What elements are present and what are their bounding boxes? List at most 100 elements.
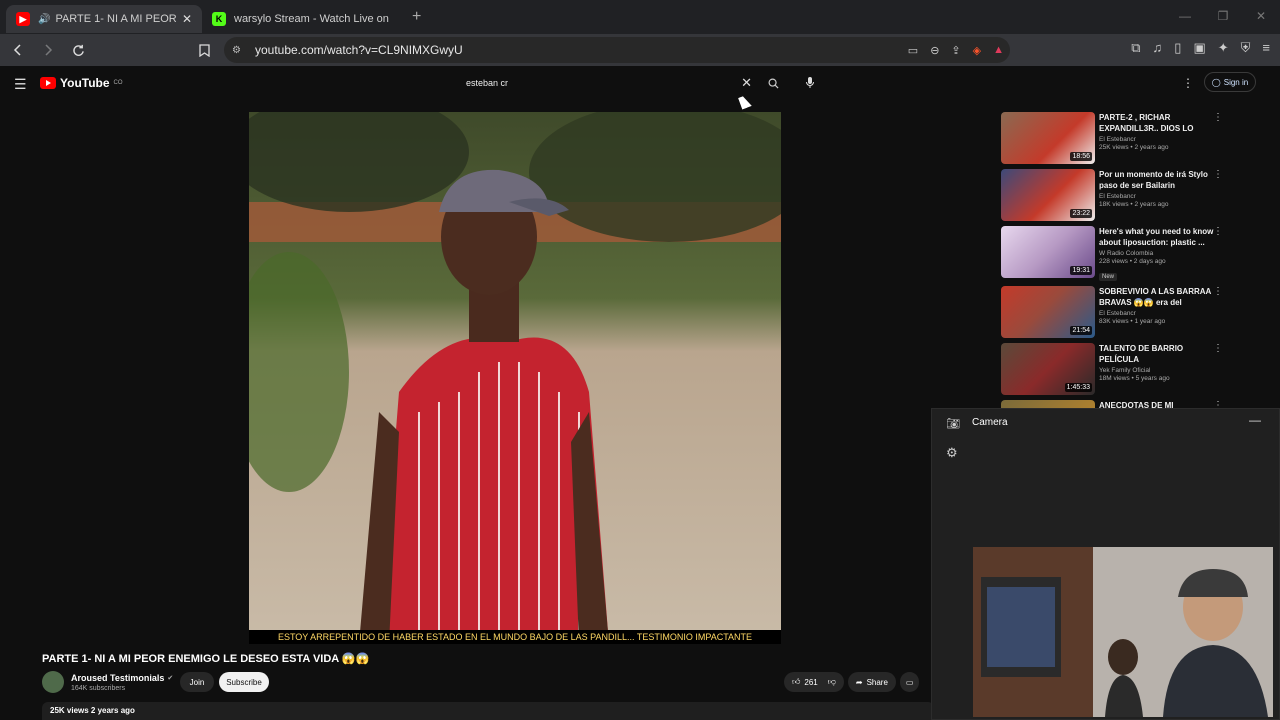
camera-icon: 📷︎ bbox=[946, 418, 960, 430]
channel-name[interactable]: Aroused Testimonials bbox=[71, 673, 164, 683]
camera-feed-image bbox=[973, 547, 1273, 717]
video-player[interactable] bbox=[249, 112, 781, 644]
new-tab-button[interactable]: + bbox=[412, 8, 421, 26]
reload-icon bbox=[72, 44, 84, 56]
back-button[interactable] bbox=[5, 37, 31, 63]
video-thumbnail[interactable]: 1:45:33 bbox=[1001, 343, 1095, 395]
dislike-icon[interactable]: 👎︎ bbox=[828, 677, 836, 687]
related-video-title: TALENTO DE BARRIO PELÍCULA PUERTORRIQUEÑ… bbox=[1099, 344, 1184, 364]
wallet-icon[interactable]: ▣ bbox=[1193, 40, 1205, 56]
video-title: PARTE 1- NI A MI PEOR ENEMIGO LE DESEO E… bbox=[42, 653, 370, 665]
new-badge: New bbox=[1099, 273, 1118, 281]
cast-icon[interactable]: ▭ bbox=[908, 44, 918, 57]
related-video-title: Por un momento de irá Stylo paso de ser … bbox=[1099, 170, 1208, 190]
leo-ai-icon[interactable]: ✦ bbox=[1218, 40, 1229, 56]
related-video-item[interactable]: 21:54 SOBREVIVIO A LAS BARRAA BRAVAS 😱😱 … bbox=[1001, 286, 1229, 338]
url-text: youtube.com/watch?v=CL9NIMXGwyU bbox=[254, 43, 463, 57]
screenshot-icon[interactable]: ⧉ bbox=[1131, 40, 1140, 56]
camera-settings-icon[interactable]: ⚙ bbox=[946, 445, 958, 461]
minimize-camera-icon[interactable]: — bbox=[1249, 413, 1261, 427]
video-thumbnail[interactable]: 23:22 bbox=[1001, 169, 1095, 221]
search-value: esteban cr bbox=[466, 78, 509, 88]
forward-button[interactable] bbox=[35, 37, 61, 63]
youtube-favicon-icon: ▶ bbox=[16, 12, 30, 26]
tab-title: PARTE 1- NI A MI PEOR ENEMIGO bbox=[55, 13, 176, 25]
youtube-header: ☰ YouTube CO esteban cr ✕ ⋮ ◯ Sign in bbox=[0, 66, 1280, 100]
related-video-item[interactable]: ANECDOTAS DE MI ⋮ bbox=[1001, 400, 1229, 408]
views-and-date: 25K views 2 years ago bbox=[50, 706, 135, 715]
duration-badge: 23:22 bbox=[1070, 209, 1092, 218]
join-button[interactable]: Join bbox=[180, 672, 214, 692]
related-video-channel: W Radio Colombia bbox=[1099, 250, 1154, 257]
close-tab-icon[interactable]: ✕ bbox=[182, 12, 192, 26]
sign-in-label: Sign in bbox=[1223, 77, 1249, 87]
sign-in-button[interactable]: ◯ Sign in bbox=[1204, 72, 1256, 92]
related-video-item[interactable]: 18:56 PARTE-2 , RICHAR EXPANDILL3R.. DIO… bbox=[1001, 112, 1229, 164]
bookmark-button[interactable] bbox=[191, 37, 217, 63]
related-video-item[interactable]: 1:45:33 TALENTO DE BARRIO PELÍCULA PUERT… bbox=[1001, 343, 1229, 395]
youtube-logo[interactable]: YouTube CO bbox=[40, 76, 123, 90]
maximize-window-icon[interactable]: ❐ bbox=[1204, 0, 1242, 32]
share-button[interactable]: ➦ Share bbox=[847, 672, 896, 692]
video-thumbnail[interactable]: 19:31 bbox=[1001, 226, 1095, 278]
related-video-menu-icon[interactable]: ⋮ bbox=[1213, 343, 1223, 354]
related-video-info: TALENTO DE BARRIO PELÍCULA PUERTORRIQUEÑ… bbox=[1099, 343, 1215, 395]
related-video-item[interactable]: 23:22 Por un momento de irá Stylo paso d… bbox=[1001, 169, 1229, 221]
vpn-icon[interactable]: ⛨ bbox=[1241, 40, 1251, 56]
video-thumbnail[interactable]: 21:54 bbox=[1001, 286, 1095, 338]
related-video-meta: 228 views • 2 days ago bbox=[1099, 258, 1166, 265]
music-icon[interactable]: ♫ bbox=[1153, 40, 1163, 56]
subscribe-button[interactable]: Subscribe bbox=[219, 672, 269, 692]
voice-search-button[interactable] bbox=[800, 73, 820, 93]
video-thumbnail[interactable] bbox=[1001, 400, 1095, 408]
related-videos: 18:56 PARTE-2 , RICHAR EXPANDILL3R.. DIO… bbox=[1001, 112, 1229, 408]
clear-search-icon[interactable]: ✕ bbox=[741, 75, 752, 91]
search-input[interactable]: esteban cr ✕ bbox=[458, 73, 758, 93]
related-video-info: PARTE-2 , RICHAR EXPANDILL3R.. DIOS LO S… bbox=[1099, 112, 1215, 164]
site-info-icon[interactable]: ⚙ bbox=[232, 45, 241, 56]
close-window-icon[interactable]: ✕ bbox=[1242, 0, 1280, 32]
related-video-title: ANECDOTAS DE MI bbox=[1099, 401, 1174, 408]
like-count: 261 bbox=[804, 677, 818, 687]
related-video-menu-icon[interactable]: ⋮ bbox=[1213, 112, 1223, 123]
minimize-window-icon[interactable]: — bbox=[1166, 0, 1204, 32]
description-box[interactable]: 25K views 2 years ago bbox=[42, 702, 934, 720]
related-video-item[interactable]: 19:31 Here's what you need to know about… bbox=[1001, 226, 1229, 281]
related-video-channel: El Estebancr bbox=[1099, 310, 1136, 317]
channel-info: Aroused Testimonials ✔ 164K subscribers bbox=[71, 673, 173, 692]
kick-favicon-icon: K bbox=[212, 12, 226, 26]
channel-avatar[interactable] bbox=[42, 671, 64, 693]
address-bar[interactable]: ⚙ youtube.com/watch?v=CL9NIMXGwyU ▭ ⊖ ⇪ … bbox=[224, 37, 1010, 63]
menu-icon[interactable]: ≡ bbox=[1262, 40, 1270, 56]
brave-shields-icon[interactable]: ◈ bbox=[973, 44, 981, 57]
related-video-meta: 18M views • 5 years ago bbox=[1099, 375, 1170, 382]
guide-menu-icon[interactable]: ☰ bbox=[14, 76, 27, 93]
related-video-channel: El Estebancr bbox=[1099, 136, 1136, 143]
extensions-area: ⧉ ♫ ▯ ▣ ✦ ⛨ ≡ bbox=[1131, 40, 1270, 56]
settings-menu-icon[interactable]: ⋮ bbox=[1182, 76, 1194, 90]
related-video-menu-icon[interactable]: ⋮ bbox=[1213, 286, 1223, 297]
related-video-menu-icon[interactable]: ⋮ bbox=[1213, 226, 1223, 237]
bookmark-icon bbox=[198, 43, 210, 57]
zoom-icon[interactable]: ⊖ bbox=[930, 44, 939, 57]
browser-tab-kick[interactable]: K warsylo Stream - Watch Live on Kick bbox=[202, 5, 402, 33]
microphone-icon bbox=[806, 77, 814, 88]
duration-badge: 1:45:33 bbox=[1064, 383, 1092, 392]
subscriber-count: 164K subscribers bbox=[71, 684, 126, 692]
related-video-meta: 83K views • 1 year ago bbox=[1099, 318, 1166, 325]
search-button[interactable] bbox=[760, 73, 786, 93]
share-page-icon[interactable]: ⇪ bbox=[951, 44, 960, 57]
related-video-menu-icon[interactable]: ⋮ bbox=[1213, 169, 1223, 180]
more-actions-button[interactable]: ▭ bbox=[899, 672, 920, 692]
brave-rewards-icon[interactable]: ▲ bbox=[993, 44, 1004, 56]
related-video-info: Por un momento de irá Stylo paso de ser … bbox=[1099, 169, 1215, 221]
reload-button[interactable] bbox=[65, 37, 91, 63]
browser-tab-youtube[interactable]: ▶ 🔊 PARTE 1- NI A MI PEOR ENEMIGO ✕ bbox=[6, 5, 202, 33]
camera-window-title: Camera bbox=[972, 417, 1008, 428]
related-video-menu-icon[interactable]: ⋮ bbox=[1213, 400, 1223, 408]
related-video-info: ANECDOTAS DE MI bbox=[1099, 400, 1215, 408]
like-button[interactable]: 👍︎ 261 👎︎ bbox=[784, 672, 844, 692]
sidebar-icon[interactable]: ▯ bbox=[1174, 40, 1181, 56]
video-thumbnail[interactable]: 18:56 bbox=[1001, 112, 1095, 164]
video-subtitle-bar: ESTOY ARREPENTIDO DE HABER ESTADO EN EL … bbox=[249, 630, 781, 644]
